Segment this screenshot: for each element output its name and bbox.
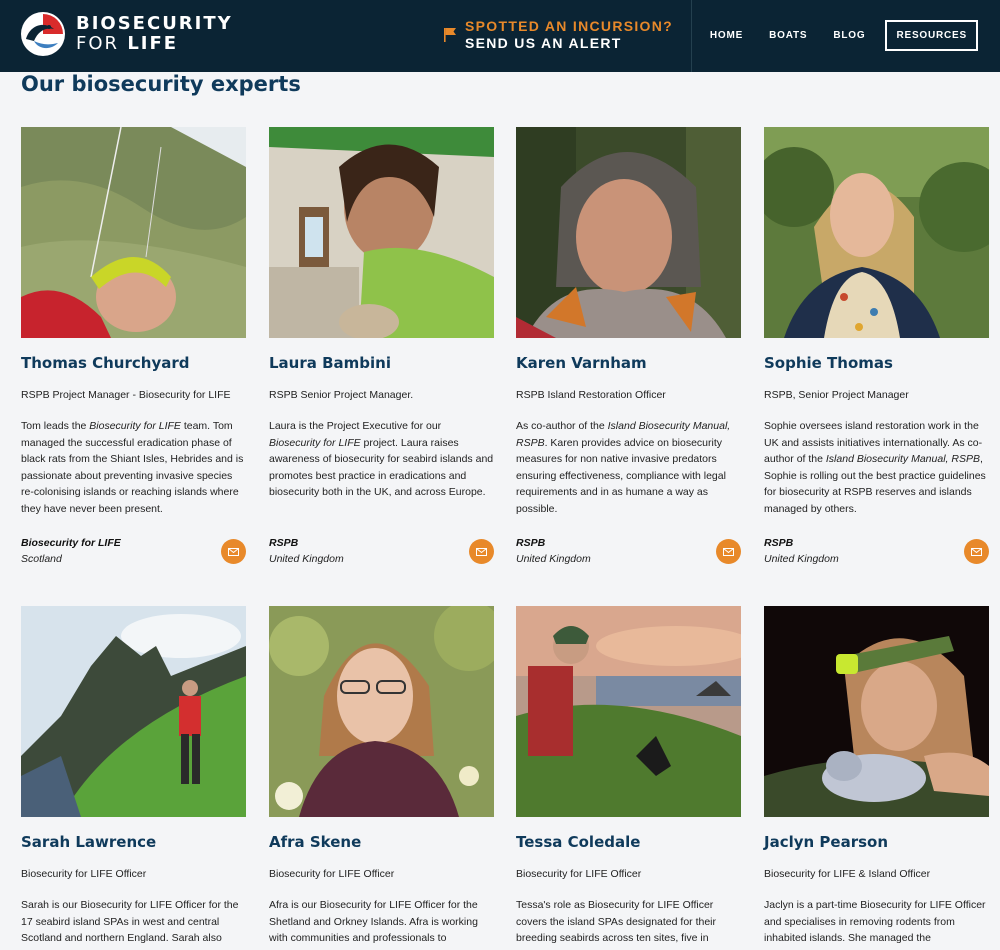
expert-photo	[269, 606, 494, 817]
expert-card: Jaclyn Pearson Biosecurity for LIFE & Is…	[764, 606, 989, 947]
expert-name: Sarah Lawrence	[21, 833, 157, 851]
expert-organisation: RSPB	[269, 537, 299, 549]
expert-card: Sophie Thomas RSPB, Senior Project Manag…	[764, 127, 989, 565]
logo-line-2: FOR LIFE	[76, 34, 233, 54]
logo-line-1: BIOSECURITY	[76, 13, 233, 34]
logo-wordmark: BIOSECURITY FOR LIFE	[76, 14, 233, 54]
expert-card: Karen Varnham RSPB Island Restoration Of…	[516, 127, 741, 565]
envelope-icon	[228, 547, 239, 556]
email-button[interactable]	[469, 539, 494, 564]
page-title: Our biosecurity experts	[21, 72, 301, 96]
bio-emphasis: Biosecurity for LIFE	[89, 420, 181, 432]
expert-name: Tessa Coledale	[516, 833, 641, 851]
nav-home[interactable]: HOME	[710, 30, 743, 41]
logo-for: FOR	[76, 33, 120, 54]
alert-line-1: SPOTTED AN INCURSION?	[465, 18, 674, 34]
expert-card: Thomas Churchyard RSPB Project Manager -…	[21, 127, 246, 565]
bio-text: . Karen provides advice on biosecurity m…	[516, 436, 726, 515]
resources-button[interactable]: RESOURCES	[885, 20, 978, 51]
expert-photo	[21, 606, 246, 817]
expert-photo	[516, 606, 741, 817]
bio-text: Sarah is our Biosecurity for LIFE Office…	[21, 899, 239, 944]
bio-text: Jaclyn is a part-time Biosecurity for LI…	[764, 899, 986, 944]
expert-organisation: Biosecurity for LIFE	[21, 537, 121, 549]
envelope-icon	[723, 547, 734, 556]
expert-bio: Tom leads the Biosecurity for LIFE team.…	[21, 418, 246, 517]
expert-name: Thomas Churchyard	[21, 354, 190, 372]
expert-organisation: RSPB	[516, 537, 546, 549]
bio-text: Afra is our Biosecurity for LIFE Officer…	[269, 899, 478, 944]
bio-text: team. Tom managed the successful eradica…	[21, 420, 244, 515]
expert-bio: Tessa's role as Biosecurity for LIFE Off…	[516, 897, 741, 947]
puffin-logo-icon	[21, 12, 65, 56]
bio-text: As co-author of the	[516, 420, 608, 432]
expert-photo	[269, 127, 494, 338]
bio-text: Tessa's role as Biosecurity for LIFE Off…	[516, 899, 716, 944]
incursion-alert-link[interactable]: SPOTTED AN INCURSION? SEND US AN ALERT	[444, 18, 673, 52]
expert-card: Afra Skene Biosecurity for LIFE Officer …	[269, 606, 494, 947]
envelope-icon	[476, 547, 487, 556]
expert-bio: Sophie oversees island restoration work …	[764, 418, 989, 517]
expert-organisation: RSPB	[764, 537, 794, 549]
logo-life: LIFE	[127, 33, 179, 54]
main-nav: HOME BOATS BLOG RESOURCES	[684, 20, 978, 51]
expert-bio: As co-author of the Island Biosecurity M…	[516, 418, 741, 517]
expert-name: Jaclyn Pearson	[764, 833, 889, 851]
expert-photo	[764, 606, 989, 817]
expert-bio: Afra is our Biosecurity for LIFE Officer…	[269, 897, 494, 947]
expert-role: Biosecurity for LIFE Officer	[516, 868, 642, 880]
email-button[interactable]	[964, 539, 989, 564]
bio-text: Tom leads the	[21, 420, 90, 432]
bio-text: Laura is the Project Executive for our	[269, 420, 442, 432]
expert-role: Biosecurity for LIFE Officer	[269, 868, 395, 880]
expert-role: RSPB, Senior Project Manager	[764, 389, 909, 401]
alert-line-2: SEND US AN ALERT	[465, 35, 622, 51]
expert-card: Tessa Coledale Biosecurity for LIFE Offi…	[516, 606, 741, 947]
expert-bio: Jaclyn is a part-time Biosecurity for LI…	[764, 897, 989, 947]
expert-role: Biosecurity for LIFE Officer	[21, 868, 147, 880]
expert-country: United Kingdom	[516, 553, 591, 565]
nav-boats[interactable]: BOATS	[769, 30, 807, 41]
expert-name: Afra Skene	[269, 833, 362, 851]
site-logo[interactable]: BIOSECURITY FOR LIFE	[20, 11, 233, 57]
expert-photo	[516, 127, 741, 338]
email-button[interactable]	[716, 539, 741, 564]
expert-role: RSPB Island Restoration Officer	[516, 389, 666, 401]
expert-bio: Sarah is our Biosecurity for LIFE Office…	[21, 897, 246, 947]
expert-role: RSPB Project Manager - Biosecurity for L…	[21, 389, 231, 401]
expert-photo	[21, 127, 246, 338]
envelope-icon	[971, 547, 982, 556]
expert-country: United Kingdom	[764, 553, 839, 565]
expert-role: Biosecurity for LIFE & Island Officer	[764, 868, 931, 880]
nav-blog[interactable]: BLOG	[833, 30, 865, 41]
expert-role: RSPB Senior Project Manager.	[269, 389, 414, 401]
bio-emphasis: Island Biosecurity Manual, RSPB	[825, 453, 980, 465]
expert-card: Sarah Lawrence Biosecurity for LIFE Offi…	[21, 606, 246, 947]
expert-name: Sophie Thomas	[764, 354, 893, 372]
expert-photo	[764, 127, 989, 338]
expert-bio: Laura is the Project Executive for our B…	[269, 418, 494, 501]
site-header: BIOSECURITY FOR LIFE SPOTTED AN INCURSIO…	[0, 0, 1000, 72]
email-button[interactable]	[221, 539, 246, 564]
expert-country: United Kingdom	[269, 553, 344, 565]
expert-card: Laura Bambini RSPB Senior Project Manage…	[269, 127, 494, 565]
expert-name: Karen Varnham	[516, 354, 647, 372]
flag-icon	[444, 28, 456, 42]
bio-emphasis: Biosecurity for LIFE	[269, 436, 361, 449]
expert-country: Scotland	[21, 553, 62, 565]
expert-name: Laura Bambini	[269, 354, 391, 372]
